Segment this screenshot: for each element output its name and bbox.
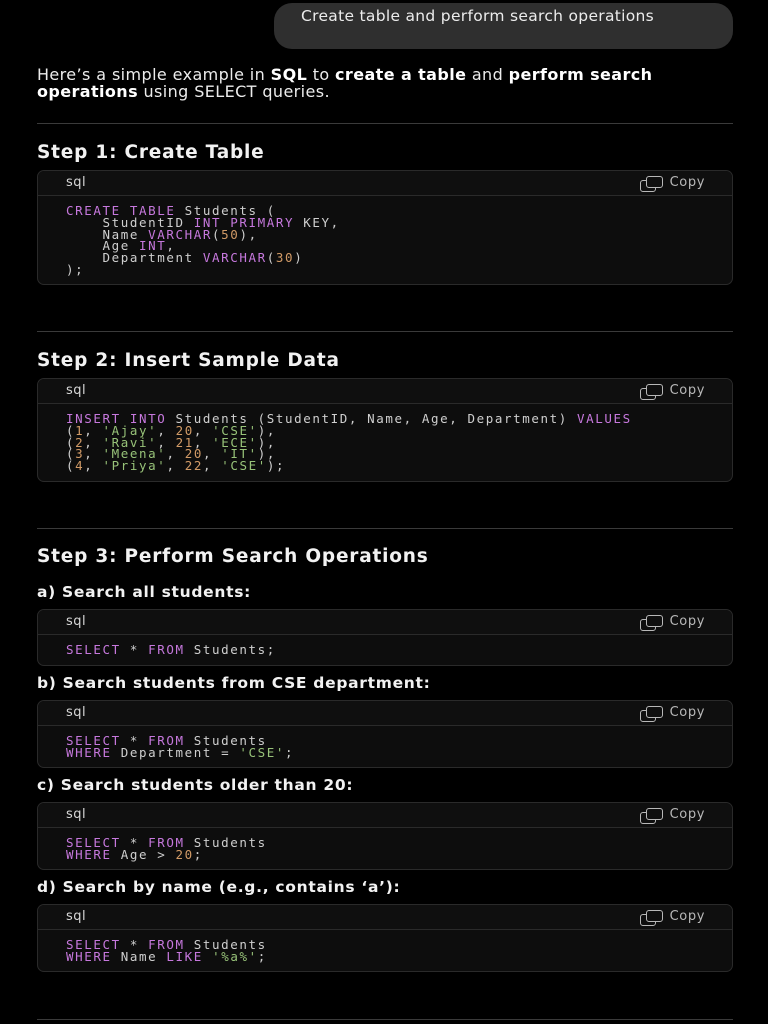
code-block-search-all: sql Copy SELECT * FROM Students; [37, 609, 733, 666]
code-language: sql [66, 383, 87, 398]
code-block-search-name: sql Copy SELECT * FROM Students WHERE Na… [37, 904, 733, 972]
code-language: sql [66, 909, 87, 924]
copy-button[interactable]: Copy [639, 807, 705, 824]
code-header: sql Copy [38, 610, 732, 635]
copy-label: Copy [669, 909, 705, 924]
code-header: sql Copy [38, 171, 732, 196]
intro-bold-create: create a table [335, 65, 467, 84]
code-search-cse: SELECT * FROM Students WHERE Department … [66, 733, 295, 760]
code-insert-data: INSERT INTO Students (StudentID, Name, A… [66, 411, 632, 474]
code-block-search-cse: sql Copy SELECT * FROM Students WHERE De… [37, 700, 733, 768]
copy-icon [639, 614, 664, 631]
copy-button[interactable]: Copy [639, 909, 705, 926]
copy-label: Copy [669, 175, 705, 190]
divider [37, 1019, 733, 1020]
code-block-search-age: sql Copy SELECT * FROM Students WHERE Ag… [37, 802, 733, 870]
user-message-text: Create table and perform search operatio… [301, 7, 655, 25]
step2-heading: Step 2: Insert Sample Data [37, 350, 340, 371]
copy-icon [639, 383, 664, 400]
intro-paragraph: Here’s a simple example in SQL to create… [37, 66, 737, 100]
code-language: sql [66, 614, 87, 629]
step1-heading: Step 1: Create Table [37, 142, 265, 163]
code-language: sql [66, 705, 87, 720]
code-header: sql Copy [38, 379, 732, 404]
copy-label: Copy [669, 705, 705, 720]
subheading-d: d) Search by name (e.g., contains ‘a’): [37, 878, 401, 896]
subheading-a: a) Search all students: [37, 583, 252, 601]
copy-icon [639, 705, 664, 722]
code-search-age: SELECT * FROM Students WHERE Age > 20; [66, 835, 267, 862]
code-block-insert: sql Copy INSERT INTO Students (StudentID… [37, 378, 733, 482]
code-create-table: CREATE TABLE Students ( StudentID INT PR… [66, 203, 340, 277]
step3-heading: Step 3: Perform Search Operations [37, 546, 429, 567]
code-language: sql [66, 807, 87, 822]
code-search-name: SELECT * FROM Students WHERE Name LIKE '… [66, 937, 267, 964]
copy-button[interactable]: Copy [639, 705, 705, 722]
copy-icon [639, 807, 664, 824]
code-language: sql [66, 175, 87, 190]
intro-text: and [466, 65, 509, 84]
copy-label: Copy [669, 383, 705, 398]
divider [37, 331, 733, 332]
code-header: sql Copy [38, 803, 732, 828]
code-block-create: sql Copy CREATE TABLE Students ( Student… [37, 170, 733, 285]
subheading-c: c) Search students older than 20: [37, 776, 354, 794]
copy-label: Copy [669, 807, 705, 822]
copy-label: Copy [669, 614, 705, 629]
copy-button[interactable]: Copy [639, 383, 705, 400]
user-message-bubble: Create table and perform search operatio… [274, 3, 733, 49]
copy-button[interactable]: Copy [639, 614, 705, 631]
copy-icon [639, 175, 664, 192]
code-header: sql Copy [38, 905, 732, 930]
code-header: sql Copy [38, 701, 732, 726]
divider [37, 528, 733, 529]
subheading-b: b) Search students from CSE department: [37, 674, 431, 692]
copy-icon [639, 909, 664, 926]
intro-text: using SELECT queries. [138, 82, 330, 101]
divider [37, 123, 733, 124]
code-search-all: SELECT * FROM Students; [66, 642, 276, 657]
copy-button[interactable]: Copy [639, 175, 705, 192]
